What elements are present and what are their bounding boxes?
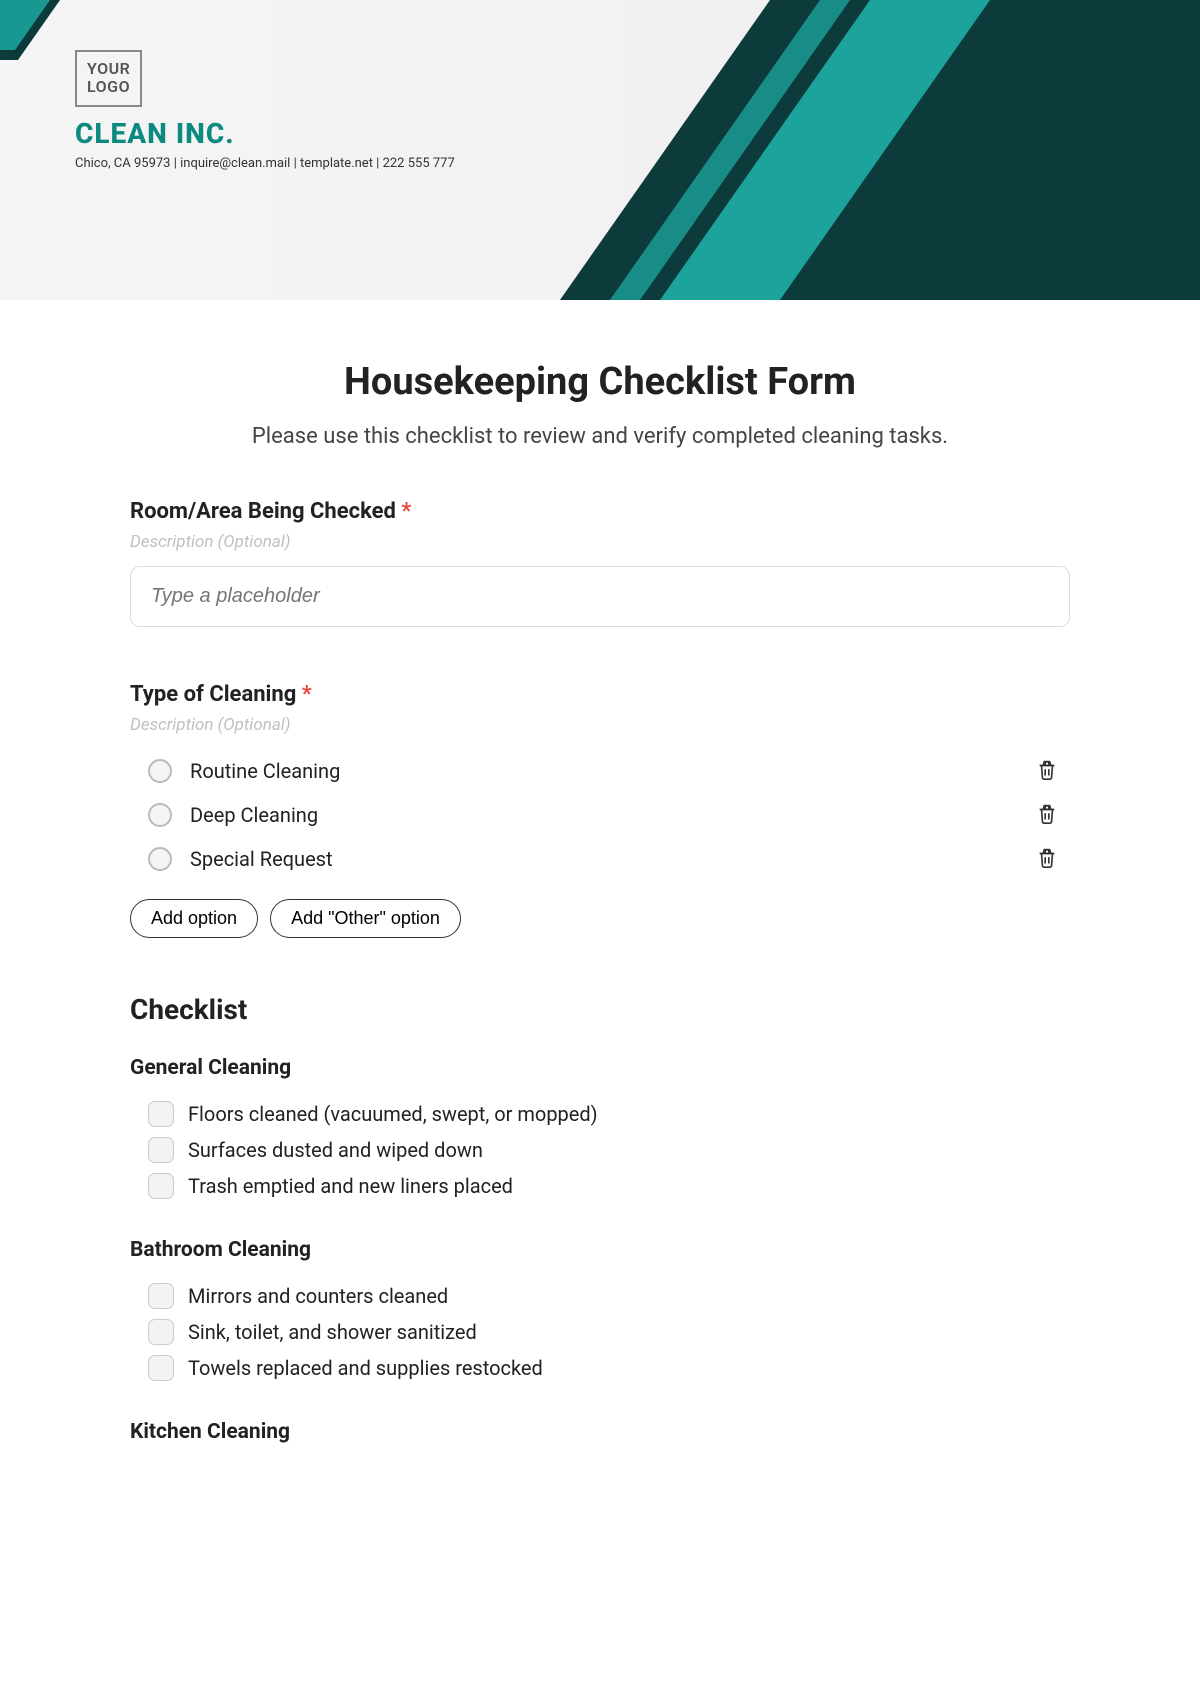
- checkbox[interactable]: [148, 1355, 174, 1381]
- add-option-button[interactable]: Add option: [130, 899, 258, 938]
- contact-line: Chico, CA 95973 | inquire@clean.mail | t…: [75, 156, 455, 171]
- checklist-group-title: Kitchen Cleaning: [130, 1420, 1070, 1444]
- checklist-group: General Cleaning Floors cleaned (vacuumed…: [130, 1056, 1070, 1204]
- radio-button[interactable]: [148, 803, 172, 827]
- radio-label: Special Request: [190, 847, 1036, 871]
- company-name: CLEAN INC.: [75, 117, 455, 150]
- checklist-section: Checklist General Cleaning Floors cleaned…: [130, 993, 1070, 1460]
- field-description: Description (Optional): [130, 532, 1070, 552]
- radio-option-row: Special Request: [130, 837, 1070, 881]
- field-label: Type of Cleaning *: [130, 682, 1070, 707]
- header-banner: YOUR LOGO CLEAN INC. Chico, CA 95973 | i…: [0, 0, 1200, 300]
- required-asterisk: *: [401, 499, 411, 524]
- form-area: Housekeeping Checklist Form Please use t…: [0, 300, 1200, 1500]
- logo-placeholder: YOUR LOGO: [75, 50, 142, 107]
- checklist-item-label: Floors cleaned (vacuumed, swept, or mopp…: [188, 1102, 598, 1126]
- trash-icon[interactable]: [1036, 803, 1060, 827]
- logo-text-line2: LOGO: [87, 77, 130, 96]
- radio-label: Deep Cleaning: [190, 803, 1036, 827]
- checklist-group: Kitchen CleaningDishes washed and put aw…: [130, 1420, 1070, 1460]
- option-buttons: Add option Add "Other" option: [130, 899, 1070, 938]
- checklist-group: Bathroom Cleaning Mirrors and counters cl…: [130, 1238, 1070, 1386]
- checkbox[interactable]: [148, 1173, 174, 1199]
- checklist-heading: Checklist: [130, 993, 1070, 1026]
- radio-button[interactable]: [148, 759, 172, 783]
- checkbox[interactable]: [148, 1283, 174, 1309]
- radio-option-row: Routine Cleaning: [130, 749, 1070, 793]
- decorative-shape: [0, 0, 85, 50]
- add-other-option-button[interactable]: Add "Other" option: [270, 899, 461, 938]
- checklist-item-label: Mirrors and counters cleaned: [188, 1284, 448, 1308]
- form-title: Housekeeping Checklist Form: [130, 360, 1070, 404]
- field-type-of-cleaning: Type of Cleaning * Description (Optional…: [130, 682, 1070, 938]
- radio-label: Routine Cleaning: [190, 759, 1036, 783]
- field-label-text: Room/Area Being Checked: [130, 499, 396, 524]
- checkbox[interactable]: [148, 1137, 174, 1163]
- checklist-item-label: Sink, toilet, and shower sanitized: [188, 1320, 477, 1344]
- field-room-area: Room/Area Being Checked * Description (O…: [130, 499, 1070, 627]
- checklist-item-row: Sink, toilet, and shower sanitized: [130, 1314, 1070, 1350]
- required-asterisk: *: [302, 682, 312, 707]
- checkbox[interactable]: [148, 1319, 174, 1345]
- checklist-item-label: Surfaces dusted and wiped down: [188, 1138, 483, 1162]
- field-label-text: Type of Cleaning: [130, 682, 296, 707]
- checklist-item-row: Surfaces dusted and wiped down: [130, 1132, 1070, 1168]
- checklist-item-label: Trash emptied and new liners placed: [188, 1174, 513, 1198]
- field-label: Room/Area Being Checked *: [130, 499, 1070, 524]
- radio-option-row: Deep Cleaning: [130, 793, 1070, 837]
- checkbox[interactable]: [148, 1101, 174, 1127]
- checklist-item-label: Towels replaced and supplies restocked: [188, 1356, 543, 1380]
- checklist-item-row: Trash emptied and new liners placed: [130, 1168, 1070, 1204]
- room-area-input[interactable]: [130, 566, 1070, 627]
- checklist-item-row: Floors cleaned (vacuumed, swept, or mopp…: [130, 1096, 1070, 1132]
- field-description: Description (Optional): [130, 715, 1070, 735]
- form-subtitle: Please use this checklist to review and …: [130, 424, 1070, 449]
- trash-icon[interactable]: [1036, 847, 1060, 871]
- checklist-item-row: Towels replaced and supplies restocked: [130, 1350, 1070, 1386]
- brand-block: YOUR LOGO CLEAN INC. Chico, CA 95973 | i…: [75, 50, 455, 171]
- logo-text-line1: YOUR: [87, 59, 130, 78]
- checklist-group-title: General Cleaning: [130, 1056, 1070, 1080]
- checklist-item-row: Mirrors and counters cleaned: [130, 1278, 1070, 1314]
- checklist-group-title: Bathroom Cleaning: [130, 1238, 1070, 1262]
- trash-icon[interactable]: [1036, 759, 1060, 783]
- radio-button[interactable]: [148, 847, 172, 871]
